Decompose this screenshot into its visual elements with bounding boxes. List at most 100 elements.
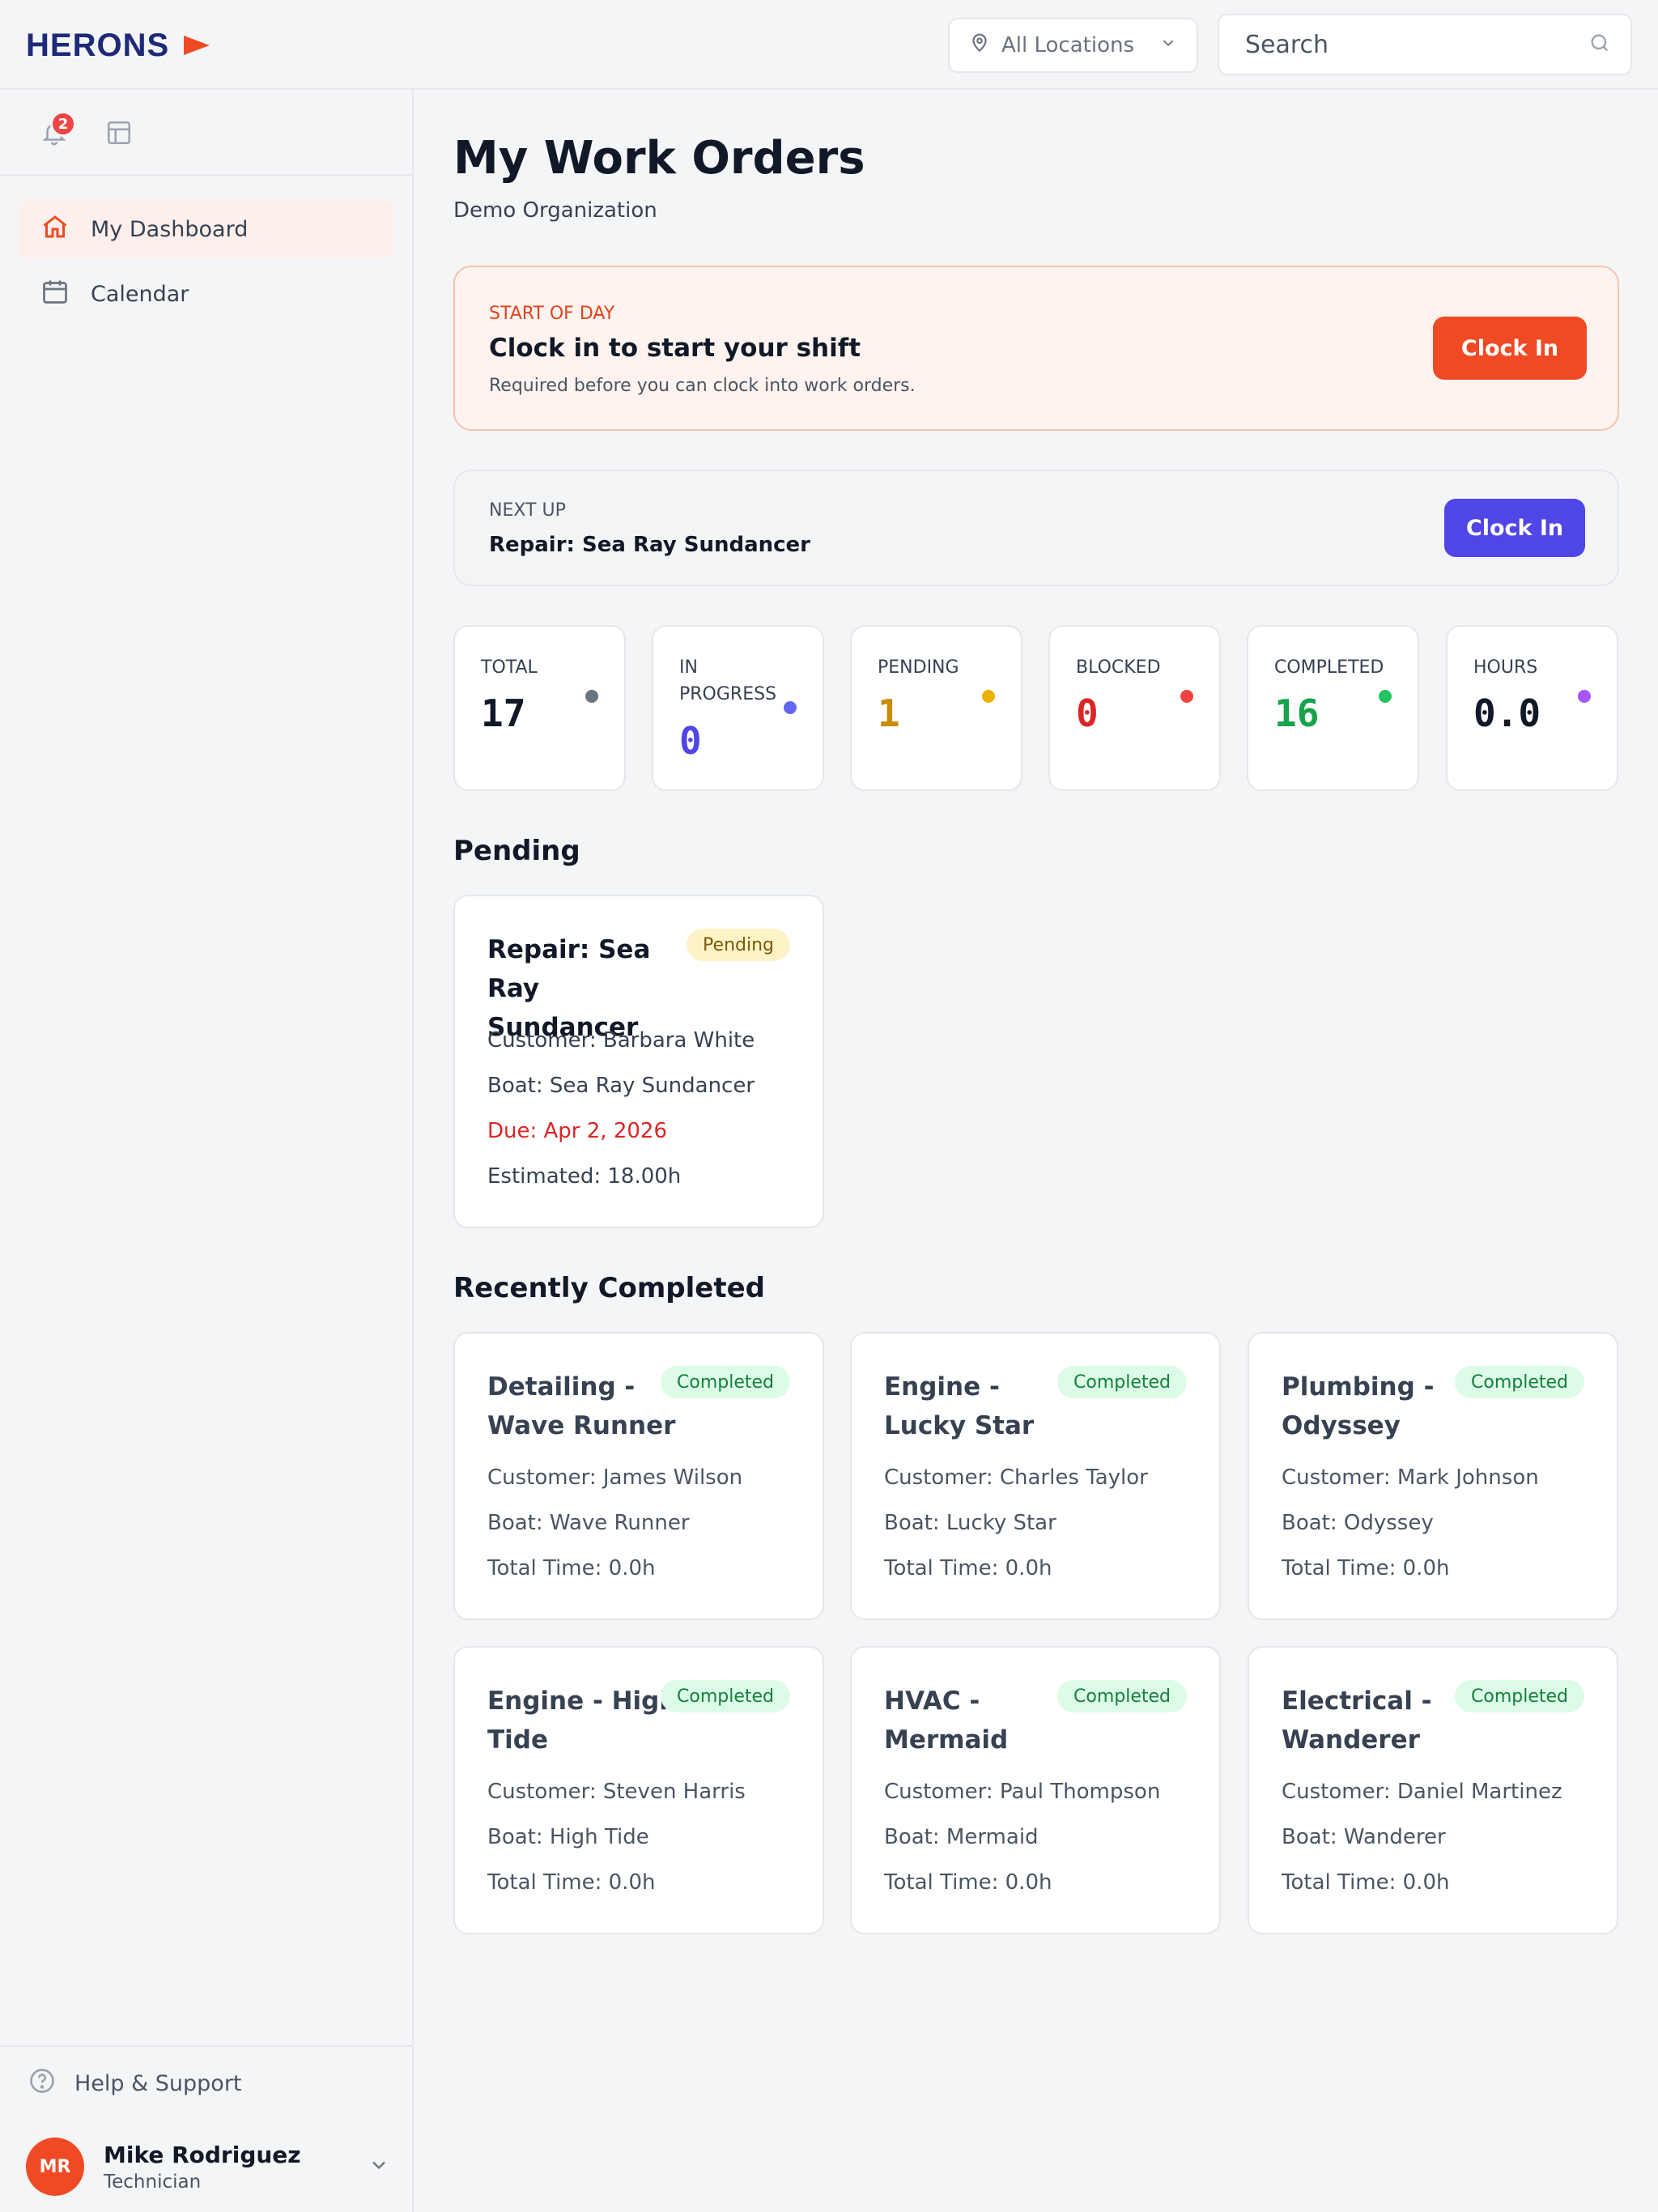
boat-line: Boat: Lucky Star xyxy=(884,1511,1056,1535)
work-order-card[interactable]: Detailing - Wave Runner Completed Customer… xyxy=(453,1332,824,1620)
boat-line: Boat: Sea Ray Sundancer xyxy=(487,1074,755,1098)
boat-line: Boat: Wanderer xyxy=(1282,1825,1446,1849)
total-time-line: Total Time: 0.0h xyxy=(1282,1870,1450,1895)
brand-name: HERONS xyxy=(26,27,170,63)
page-title: My Work Orders xyxy=(453,132,865,185)
user-menu[interactable]: MR Mike Rodriguez Technician xyxy=(26,2136,390,2197)
work-order-card[interactable]: HVAC - Mermaid Completed Customer: Paul Th… xyxy=(850,1646,1221,1934)
work-order-title: Engine - Lucky Star xyxy=(884,1372,1035,1440)
sidebar: 2 My Dashboard Calendar Help & Support M… xyxy=(0,90,414,2212)
avatar: MR xyxy=(26,2138,84,2196)
help-support-link[interactable]: Help & Support xyxy=(28,2066,242,2101)
status-dot-icon xyxy=(1180,690,1193,703)
customer-line: Customer: Steven Harris xyxy=(487,1780,746,1804)
stat-value: 0 xyxy=(1076,691,1099,735)
stats-row: TOTAL 17 IN PROGRESS 0 PENDING 1 BLOCKED 0 COMPL… xyxy=(453,625,1619,791)
boat-line: Boat: Odyssey xyxy=(1282,1511,1434,1535)
work-order-card[interactable]: Engine - High Tide Completed Customer: Ste… xyxy=(453,1646,824,1934)
boat-line: Boat: Wave Runner xyxy=(487,1511,690,1535)
help-support-label: Help & Support xyxy=(74,2071,242,2096)
search-input[interactable] xyxy=(1245,30,1588,59)
boat-line: Boat: Mermaid xyxy=(884,1825,1039,1849)
stat-label: TOTAL xyxy=(481,657,538,678)
location-pin-icon xyxy=(969,32,990,59)
sidebar-item-calendar[interactable]: Calendar xyxy=(18,265,394,323)
work-order-title: Plumbing - Odyssey xyxy=(1282,1372,1435,1440)
customer-line: Customer: James Wilson xyxy=(487,1465,743,1490)
page-subtitle: Demo Organization xyxy=(453,198,657,223)
stat-label: HOURS xyxy=(1473,657,1538,678)
stat-value: 0 xyxy=(679,719,702,763)
customer-line: Customer: Daniel Martinez xyxy=(1282,1780,1562,1804)
work-order-card[interactable]: Repair: Sea Ray Sundancer Pending Customer… xyxy=(453,895,824,1228)
customer-line: Customer: Mark Johnson xyxy=(1282,1465,1539,1490)
customer-line: Customer: Paul Thompson xyxy=(884,1780,1161,1804)
stat-label: BLOCKED xyxy=(1076,657,1161,678)
stat-label: PENDING xyxy=(878,657,959,678)
help-icon xyxy=(28,2066,57,2101)
sidebar-toolbar: 2 xyxy=(0,90,412,176)
status-badge: Pending xyxy=(687,929,790,961)
status-badge: Completed xyxy=(1057,1366,1187,1398)
work-order-card[interactable]: Electrical - Wanderer Completed Customer: … xyxy=(1248,1646,1618,1934)
due-date-line: Due: Apr 2, 2026 xyxy=(487,1119,668,1143)
shift-description: Required before you can clock into work … xyxy=(489,376,916,396)
sidebar-item-label: My Dashboard xyxy=(91,216,249,242)
boat-line: Boat: High Tide xyxy=(487,1825,649,1849)
stat-card: TOTAL 17 xyxy=(453,625,626,791)
next-up-kicker: NEXT UP xyxy=(489,500,566,521)
chevron-down-icon xyxy=(368,2154,390,2180)
status-badge: Completed xyxy=(1455,1680,1584,1712)
stat-value: 1 xyxy=(878,691,900,735)
stat-card: PENDING 1 xyxy=(850,625,1022,791)
stat-card: IN PROGRESS 0 xyxy=(652,625,824,791)
completed-section-title: Recently Completed xyxy=(453,1272,766,1304)
shift-kicker: START OF DAY xyxy=(489,304,615,324)
stat-value: 17 xyxy=(481,691,526,735)
total-time-line: Total Time: 0.0h xyxy=(487,1870,656,1895)
stat-card: COMPLETED 16 xyxy=(1247,625,1419,791)
status-dot-icon xyxy=(982,690,995,703)
chevron-down-icon xyxy=(1159,33,1177,57)
stat-value: 16 xyxy=(1274,691,1320,735)
total-time-line: Total Time: 0.0h xyxy=(1282,1556,1450,1580)
sidebar-toggle-icon[interactable] xyxy=(105,119,133,150)
user-name: Mike Rodriguez xyxy=(104,2141,301,2168)
search-icon[interactable] xyxy=(1588,32,1611,57)
stat-card: HOURS 0.0 xyxy=(1446,625,1618,791)
status-badge: Completed xyxy=(1057,1680,1187,1712)
work-order-title: HVAC - Mermaid xyxy=(884,1687,1009,1755)
next-up-card: NEXT UP Repair: Sea Ray Sundancer Clock … xyxy=(453,470,1619,586)
work-order-title: Engine - High Tide xyxy=(487,1687,678,1755)
work-order-title: Electrical - Wanderer xyxy=(1282,1687,1432,1755)
next-up-title: Repair: Sea Ray Sundancer xyxy=(489,533,810,557)
home-icon xyxy=(40,212,70,247)
clock-in-shift-button[interactable]: Clock In xyxy=(1433,317,1587,380)
brand-logo[interactable]: HERONS xyxy=(26,23,210,68)
work-order-title: Detailing - Wave Runner xyxy=(487,1372,676,1440)
status-dot-icon xyxy=(1578,690,1591,703)
stat-label: COMPLETED xyxy=(1274,657,1384,678)
estimated-line: Estimated: 18.00h xyxy=(487,1164,682,1189)
total-time-line: Total Time: 0.0h xyxy=(884,1556,1052,1580)
customer-line: Customer: Charles Taylor xyxy=(884,1465,1148,1490)
search-box xyxy=(1218,14,1632,75)
stat-value: 0.0 xyxy=(1473,691,1541,735)
location-select-label: All Locations xyxy=(1001,33,1135,57)
status-dot-icon xyxy=(1379,690,1392,703)
sidebar-nav: My Dashboard Calendar xyxy=(0,176,412,323)
total-time-line: Total Time: 0.0h xyxy=(487,1556,656,1580)
user-role: Technician xyxy=(104,2171,202,2193)
flag-icon xyxy=(184,36,210,55)
total-time-line: Total Time: 0.0h xyxy=(884,1870,1052,1895)
status-dot-icon xyxy=(784,701,797,714)
pending-section-title: Pending xyxy=(453,835,580,867)
sidebar-item-label: Calendar xyxy=(91,281,189,307)
work-order-card[interactable]: Engine - Lucky Star Completed Customer: Ch… xyxy=(850,1332,1221,1620)
location-select[interactable]: All Locations xyxy=(948,18,1198,73)
clock-in-work-order-button[interactable]: Clock In xyxy=(1444,499,1585,557)
top-bar: HERONS All Locations xyxy=(0,0,1658,90)
sidebar-item-dashboard[interactable]: My Dashboard xyxy=(18,200,394,258)
status-dot-icon xyxy=(585,690,598,703)
work-order-card[interactable]: Plumbing - Odyssey Completed Customer: Mar… xyxy=(1248,1332,1618,1620)
